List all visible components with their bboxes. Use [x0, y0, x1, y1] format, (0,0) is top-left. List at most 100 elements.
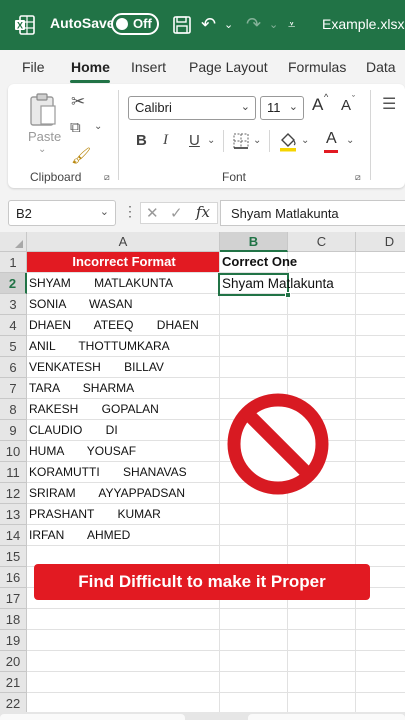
row-header-11[interactable]: 11 [0, 462, 27, 483]
cell-a10[interactable]: HUMA YOUSAF [27, 441, 220, 462]
tab-insert[interactable]: Insert [131, 59, 166, 75]
customize-toolbar-icon[interactable]: ⩡ [288, 14, 295, 36]
row-header-22[interactable]: 22 [0, 693, 27, 714]
redo-dropdown-icon[interactable]: ⌄ [269, 14, 278, 36]
cell-d13[interactable] [356, 504, 405, 525]
undo-icon[interactable]: ↶ [201, 13, 216, 35]
cell-c4[interactable] [288, 315, 356, 336]
tab-file[interactable]: File [22, 59, 45, 75]
cell-d2[interactable] [356, 273, 405, 294]
cell-d5[interactable] [356, 336, 405, 357]
cell-b19[interactable] [220, 630, 288, 651]
cell-d11[interactable] [356, 462, 405, 483]
cell-a3[interactable]: SONIA WASAN [27, 294, 220, 315]
row-header-19[interactable]: 19 [0, 630, 27, 651]
fill-color-dropdown-icon[interactable]: ⌄ [301, 135, 309, 146]
cell-a11[interactable]: KORAMUTTI SHANAVAS [27, 462, 220, 483]
cell-b1[interactable]: Correct One [220, 252, 297, 273]
cell-a14[interactable]: IRFAN AHMED [27, 525, 220, 546]
undo-dropdown-icon[interactable]: ⌄ [224, 14, 233, 36]
row-header-21[interactable]: 21 [0, 672, 27, 693]
cell-c18[interactable] [288, 609, 356, 630]
paste-icon[interactable] [28, 92, 58, 128]
format-painter-icon[interactable]: 🖌 [71, 146, 91, 166]
copy-icon[interactable]: ⧉ [70, 119, 81, 136]
cell-c19[interactable] [288, 630, 356, 651]
cell-a5[interactable]: ANIL THOTTUMKARA [27, 336, 220, 357]
cell-d12[interactable] [356, 483, 405, 504]
column-header-c[interactable]: C [288, 232, 356, 252]
row-header-13[interactable]: 13 [0, 504, 27, 525]
cell-d18[interactable] [356, 609, 405, 630]
row-header-7[interactable]: 7 [0, 378, 27, 399]
row-header-1[interactable]: 1 [0, 252, 27, 273]
row-header-16[interactable]: 16 [0, 567, 27, 588]
cell-c14[interactable] [288, 525, 356, 546]
column-header-d[interactable]: D [356, 232, 405, 252]
cell-a18[interactable] [27, 609, 220, 630]
row-header-17[interactable]: 17 [0, 588, 27, 609]
cell-c22[interactable] [288, 693, 356, 714]
cell-c6[interactable] [288, 357, 356, 378]
underline-dropdown-icon[interactable]: ⌄ [207, 135, 215, 146]
cell-a13[interactable]: PRASHANT KUMAR [27, 504, 220, 525]
cell-d6[interactable] [356, 357, 405, 378]
cell-a21[interactable] [27, 672, 220, 693]
paste-dropdown-icon[interactable]: ⌄ [38, 144, 46, 155]
cell-b20[interactable] [220, 651, 288, 672]
cell-b3[interactable] [220, 294, 288, 315]
grow-font-icon[interactable]: A [312, 95, 323, 115]
borders-dropdown-icon[interactable]: ⌄ [253, 135, 261, 146]
cell-a2[interactable]: SHYAM MATLAKUNTA [27, 273, 220, 294]
cell-b4[interactable] [220, 315, 288, 336]
cell-d20[interactable] [356, 651, 405, 672]
cell-c13[interactable] [288, 504, 356, 525]
cell-d4[interactable] [356, 315, 405, 336]
row-header-15[interactable]: 15 [0, 546, 27, 567]
cell-a9[interactable]: CLAUDIO DI [27, 420, 220, 441]
name-box[interactable]: B2 ⌄ [8, 200, 116, 226]
font-name-combo[interactable]: Calibri ⌄ [128, 96, 256, 120]
font-color-dropdown-icon[interactable]: ⌄ [346, 135, 354, 146]
cell-d3[interactable] [356, 294, 405, 315]
spreadsheet-grid[interactable]: A B C D 1 Incorrect Format Correct One 2 SHY… [0, 232, 405, 720]
cell-c1[interactable] [288, 252, 356, 273]
cell-b2[interactable]: Shyam Matlakunta [222, 276, 334, 291]
select-all-button[interactable] [0, 232, 27, 252]
cell-b6[interactable] [220, 357, 288, 378]
alignment-icon[interactable]: ☰ [382, 94, 396, 114]
column-header-b[interactable]: B [220, 232, 288, 252]
cancel-icon[interactable]: ✕ [146, 204, 159, 222]
cut-icon[interactable]: ✂ [71, 92, 85, 112]
cell-a6[interactable]: VENKATESH BILLAV [27, 357, 220, 378]
cell-d7[interactable] [356, 378, 405, 399]
tab-home[interactable]: Home [71, 59, 110, 75]
italic-button[interactable]: I [163, 132, 168, 149]
cell-a8[interactable]: RAKESH GOPALAN [27, 399, 220, 420]
shrink-font-icon[interactable]: A [341, 97, 351, 114]
row-header-2[interactable]: 2 [0, 273, 27, 294]
copy-dropdown-icon[interactable]: ⌄ [94, 121, 102, 132]
cell-b22[interactable] [220, 693, 288, 714]
fill-color-icon[interactable] [278, 130, 298, 152]
save-icon[interactable] [172, 15, 192, 35]
clipboard-launcher-icon[interactable]: ⧄ [104, 172, 110, 183]
sheet-tab[interactable] [0, 714, 185, 720]
enter-icon[interactable]: ✓ [170, 204, 183, 222]
scroll-area[interactable] [248, 714, 405, 720]
cell-d10[interactable] [356, 441, 405, 462]
cell-c21[interactable] [288, 672, 356, 693]
cell-a1[interactable]: Incorrect Format [27, 252, 220, 273]
cell-d1[interactable] [356, 252, 405, 273]
row-header-14[interactable]: 14 [0, 525, 27, 546]
row-header-18[interactable]: 18 [0, 609, 27, 630]
row-header-4[interactable]: 4 [0, 315, 27, 336]
cell-d8[interactable] [356, 399, 405, 420]
tab-data[interactable]: Data [366, 59, 396, 75]
insert-function-icon[interactable]: fx [196, 203, 210, 221]
cell-c3[interactable] [288, 294, 356, 315]
fill-handle[interactable] [285, 292, 291, 298]
tab-page-layout[interactable]: Page Layout [189, 59, 268, 75]
cell-b14[interactable] [220, 525, 288, 546]
borders-icon[interactable] [232, 132, 250, 150]
